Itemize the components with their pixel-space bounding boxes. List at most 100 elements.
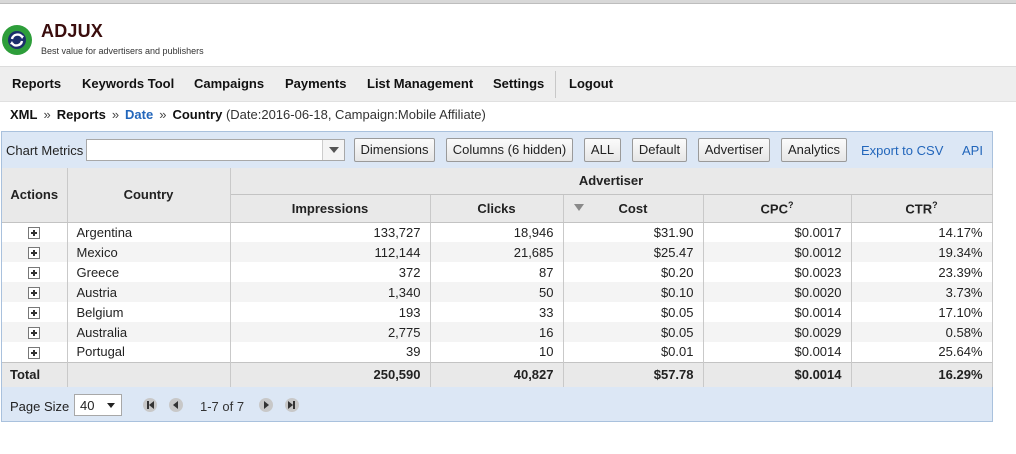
total-row: Total 250,590 40,827 $57.78 $0.0014 16.2… [2, 361, 993, 387]
cost-cell: $0.05 [563, 302, 704, 322]
country-header[interactable]: Country [67, 168, 231, 223]
clicks-cell: 16 [430, 322, 564, 342]
analytics-button[interactable]: Analytics [781, 138, 847, 162]
page-size-select[interactable]: 40 [74, 394, 122, 416]
ctr-help-icon[interactable]: ? [932, 200, 938, 210]
ctr-header-label: CTR [905, 201, 933, 217]
main-nav: Reports Keywords Tool Campaigns Payments… [0, 66, 1016, 102]
total-clicks: 40,827 [430, 361, 564, 387]
cpc-cell: $0.0023 [703, 262, 852, 282]
prev-page-icon[interactable] [169, 398, 183, 412]
impressions-cell: 193 [230, 302, 431, 322]
clicks-cell: 21,685 [430, 242, 564, 262]
breadcrumb-date-link[interactable]: Date [125, 107, 153, 122]
impressions-cell: 372 [230, 262, 431, 282]
ctr-header[interactable]: CTR? [851, 194, 993, 223]
nav-item-settings[interactable]: Settings [493, 76, 544, 91]
impressions-cell: 39 [230, 342, 431, 362]
cpc-header[interactable]: CPC? [703, 194, 852, 223]
nav-item-payments[interactable]: Payments [285, 76, 346, 91]
cost-header[interactable]: Cost [563, 194, 704, 223]
advertiser-button[interactable]: Advertiser [698, 138, 770, 162]
clicks-cell: 87 [430, 262, 564, 282]
country-cell: Mexico [67, 242, 231, 262]
clicks-cell: 50 [430, 282, 564, 302]
cpc-cell: $0.0014 [703, 302, 852, 322]
expand-plus-icon[interactable] [28, 327, 41, 340]
nav-item-keywords-tool[interactable]: Keywords Tool [82, 76, 174, 91]
country-cell: Australia [67, 322, 231, 342]
breadcrumb-separator: » [159, 107, 167, 122]
impressions-cell: 1,340 [230, 282, 431, 302]
api-link[interactable]: API [962, 143, 983, 158]
country-cell: Belgium [67, 302, 231, 322]
expand-plus-icon[interactable] [28, 247, 41, 260]
ctr-cell: 23.39% [851, 262, 993, 282]
total-ctr: 16.29% [851, 361, 993, 387]
actions-cell [2, 302, 68, 322]
ctr-cell: 25.64% [851, 342, 993, 362]
columns-button[interactable]: Columns (6 hidden) [446, 138, 573, 162]
last-page-icon[interactable] [285, 398, 299, 412]
nav-item-logout[interactable]: Logout [569, 76, 613, 91]
total-country-cell [67, 361, 231, 387]
nav-item-campaigns[interactable]: Campaigns [194, 76, 264, 91]
expand-plus-icon[interactable] [28, 287, 41, 300]
actions-cell [2, 262, 68, 282]
brand-tagline: Best value for advertisers and publisher… [41, 46, 204, 56]
total-impressions: 250,590 [230, 361, 431, 387]
nav-item-list-management[interactable]: List Management [367, 76, 473, 91]
expand-plus-icon[interactable] [28, 227, 41, 240]
country-cell: Argentina [67, 222, 231, 242]
country-cell: Portugal [67, 342, 231, 362]
table-row: Austria 1,340 50 $0.10 $0.0020 3.73% [2, 282, 993, 302]
table-row: Mexico 112,144 21,685 $25.47 $0.0012 19.… [2, 242, 993, 262]
ctr-cell: 19.34% [851, 242, 993, 262]
cpc-cell: $0.0012 [703, 242, 852, 262]
clicks-cell: 33 [430, 302, 564, 322]
export-csv-link[interactable]: Export to CSV [861, 143, 943, 158]
clicks-header[interactable]: Clicks [430, 194, 564, 223]
breadcrumb-separator: » [43, 107, 51, 122]
pager: Page Size 40 1-7 of 7 [2, 390, 992, 422]
cpc-cell: $0.0029 [703, 322, 852, 342]
cost-cell: $0.20 [563, 262, 704, 282]
actions-cell [2, 242, 68, 262]
ctr-cell: 0.58% [851, 322, 993, 342]
cpc-cell: $0.0020 [703, 282, 852, 302]
ctr-cell: 17.10% [851, 302, 993, 322]
total-cpc: $0.0014 [703, 361, 852, 387]
breadcrumb-reports[interactable]: Reports [57, 107, 106, 122]
nav-divider [555, 71, 556, 98]
breadcrumb-separator: » [111, 107, 120, 122]
expand-plus-icon[interactable] [28, 307, 41, 320]
actions-cell [2, 342, 68, 362]
cost-cell: $0.05 [563, 322, 704, 342]
page-range: 1-7 of 7 [200, 399, 245, 414]
all-button[interactable]: ALL [584, 138, 621, 162]
cpc-cell: $0.0014 [703, 342, 852, 362]
breadcrumb-details: (Date:2016-06-18, Campaign:Mobile Affili… [225, 107, 486, 122]
chart-metrics-select[interactable] [86, 139, 345, 161]
breadcrumb: XML » Reports » Date » Country (Date:2016-06-1… [10, 107, 486, 122]
impressions-header[interactable]: Impressions [230, 194, 431, 223]
expand-plus-icon[interactable] [28, 346, 41, 359]
table-row: Portugal 39 10 $0.01 $0.0014 25.64% [2, 342, 993, 362]
adjux-logo-icon[interactable] [1, 24, 33, 56]
actions-cell [2, 282, 68, 302]
first-page-icon[interactable] [143, 398, 157, 412]
cost-cell: $0.01 [563, 342, 704, 362]
cost-header-label: Cost [618, 200, 648, 216]
report-panel: Chart Metrics Dimensions Columns (6 hidd… [1, 131, 993, 422]
next-page-icon[interactable] [259, 398, 273, 412]
cpc-help-icon[interactable]: ? [788, 200, 794, 210]
cost-cell: $25.47 [563, 242, 704, 262]
breadcrumb-xml[interactable]: XML [10, 107, 37, 122]
default-button[interactable]: Default [632, 138, 687, 162]
expand-plus-icon[interactable] [28, 267, 41, 280]
actions-header: Actions [2, 168, 68, 223]
chevron-down-icon[interactable] [322, 140, 344, 160]
ctr-cell: 3.73% [851, 282, 993, 302]
dimensions-button[interactable]: Dimensions [354, 138, 435, 162]
nav-item-reports[interactable]: Reports [12, 76, 61, 91]
